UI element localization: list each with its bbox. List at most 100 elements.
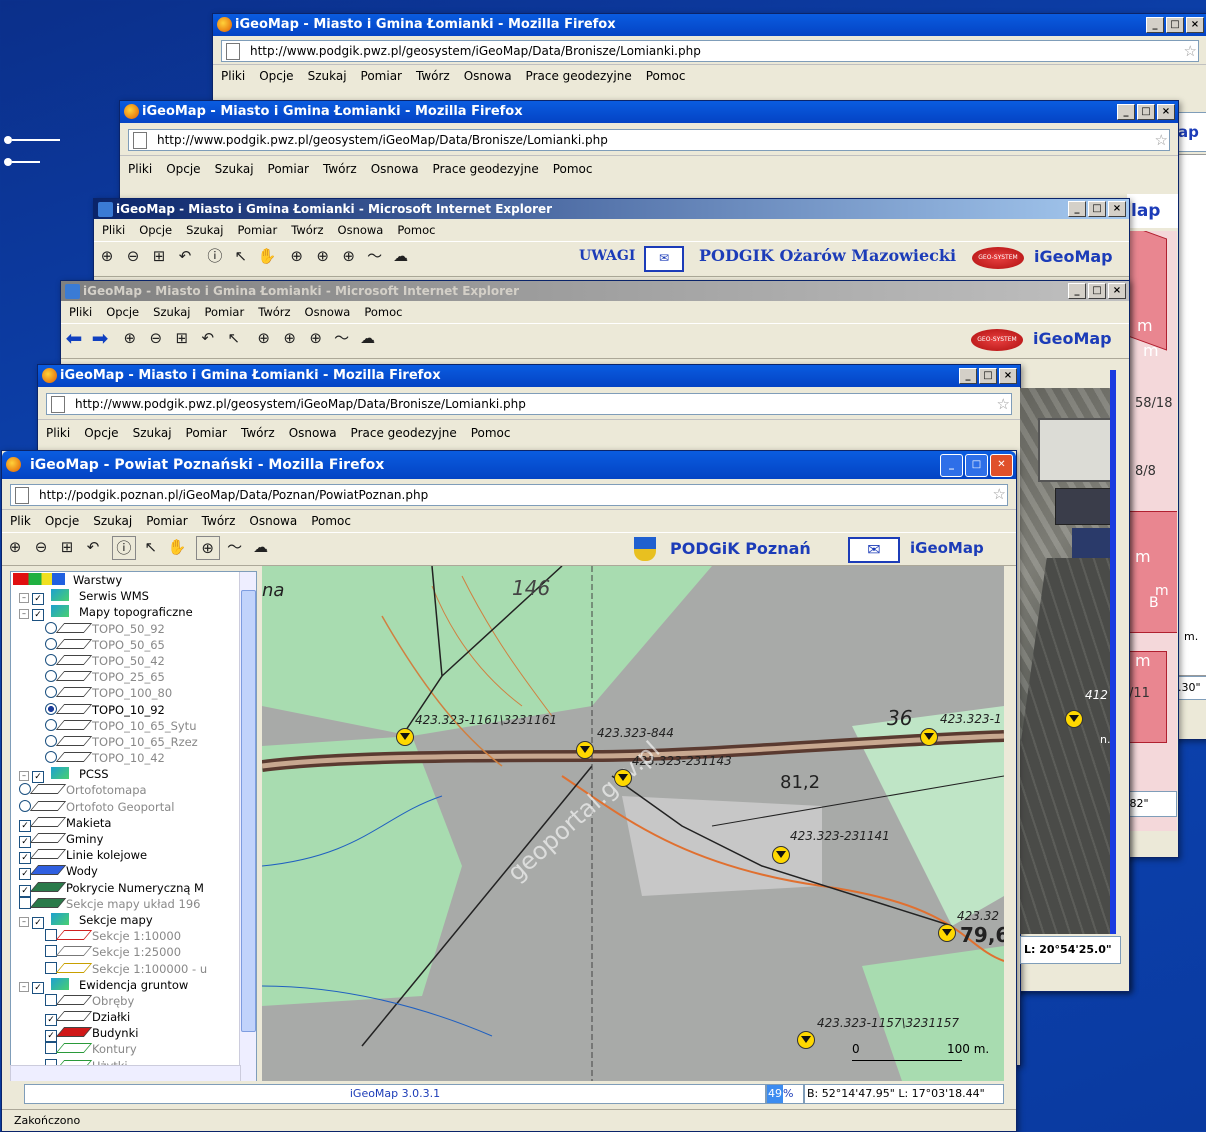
layer-row[interactable]: – ✓ Serwis WMS xyxy=(11,588,256,606)
layer-row[interactable]: TOPO_10_92 xyxy=(11,702,256,718)
zoom-previous-icon[interactable]: ↶ xyxy=(82,536,104,558)
podgik-link[interactable]: PODGiK Poznań xyxy=(670,539,811,558)
maximize-button[interactable]: □ xyxy=(1137,104,1155,120)
polygon-icon[interactable]: ☁ xyxy=(390,245,412,267)
menu-osnowa[interactable]: Osnowa xyxy=(305,305,351,319)
back-arrow-icon[interactable]: ⬅ xyxy=(63,327,85,349)
menu-osnowa[interactable]: Osnowa xyxy=(289,426,337,440)
layer-row[interactable]: Kontury xyxy=(11,1041,256,1057)
layer-row[interactable]: ✓ Działki xyxy=(11,1009,256,1027)
menu-pliki[interactable]: Pliki xyxy=(102,223,125,237)
url-field[interactable]: http://podgik.poznan.pl/iGeoMap/Data/Poz… xyxy=(10,484,1008,506)
polyline-icon[interactable]: 〜 xyxy=(364,245,386,267)
maximize-button[interactable]: □ xyxy=(979,368,997,384)
layer-row[interactable]: TOPO_10_65_Sytu xyxy=(11,718,256,734)
menu-prace[interactable]: Prace geodezyjne xyxy=(526,69,632,83)
url-field[interactable]: http://www.podgik.pwz.pl/geosystem/iGeoM… xyxy=(46,393,1012,415)
crosshair-icon[interactable]: ⊕ xyxy=(338,245,360,267)
zoom-out-icon[interactable]: ⊖ xyxy=(122,245,144,267)
expand-icon[interactable]: – xyxy=(19,981,29,992)
survey-point-icon[interactable] xyxy=(920,728,938,746)
menu-opcje[interactable]: Opcje xyxy=(84,426,118,440)
zoom-in-icon[interactable]: ⊕ xyxy=(119,327,141,349)
minimize-button[interactable]: _ xyxy=(1068,201,1086,217)
layer-row[interactable]: TOPO_10_65_Rzez xyxy=(11,734,256,750)
envelope-icon[interactable]: ✉ xyxy=(644,246,684,272)
menu-opcje[interactable]: Opcje xyxy=(45,514,79,528)
layer-row[interactable]: TOPO_25_65 xyxy=(11,669,256,685)
layer-row[interactable]: Obręby xyxy=(11,993,256,1009)
layer-row[interactable]: Ortofotomapa xyxy=(11,782,256,798)
crosshair-icon[interactable]: ⊕ xyxy=(286,245,308,267)
expand-icon[interactable]: – xyxy=(19,609,29,620)
layer-row[interactable]: TOPO_100_80 xyxy=(11,685,256,701)
menu-pliki[interactable]: Pliki xyxy=(46,426,70,440)
survey-point-icon[interactable] xyxy=(797,1031,815,1049)
close-button[interactable]: × xyxy=(1108,201,1126,217)
menu-tworz[interactable]: Twórz xyxy=(416,69,450,83)
zoom-previous-icon[interactable]: ↶ xyxy=(197,327,219,349)
minimize-button[interactable]: _ xyxy=(1068,283,1086,299)
zoom-in-icon[interactable]: ⊕ xyxy=(4,536,26,558)
pointer-icon[interactable]: ↖ xyxy=(223,327,245,349)
envelope-icon[interactable]: ✉ xyxy=(848,537,900,563)
url-field[interactable]: http://www.podgik.pwz.pl/geosystem/iGeoM… xyxy=(128,129,1170,151)
menu-szukaj[interactable]: Szukaj xyxy=(186,223,223,237)
url-field[interactable]: http://www.podgik.pwz.pl/geosystem/iGeoM… xyxy=(221,40,1199,62)
bookmark-star-icon[interactable]: ☆ xyxy=(1184,42,1197,60)
menu-pomiar[interactable]: Pomiar xyxy=(268,162,309,176)
menu-pomiar[interactable]: Pomiar xyxy=(361,69,402,83)
menu-opcje[interactable]: Opcje xyxy=(139,223,172,237)
forward-arrow-icon[interactable]: ➡ xyxy=(89,327,111,349)
expand-icon[interactable]: – xyxy=(19,771,29,782)
menu-pliki[interactable]: Pliki xyxy=(69,305,92,319)
minimize-button[interactable]: _ xyxy=(940,454,963,477)
menu-opcje[interactable]: Opcje xyxy=(106,305,139,319)
menu-pomiar[interactable]: Pomiar xyxy=(186,426,227,440)
layer-row[interactable]: TOPO_50_65 xyxy=(11,637,256,653)
layer-row[interactable]: ✓ Linie kolejowe xyxy=(11,847,256,865)
menu-pomiar[interactable]: Pomiar xyxy=(146,514,187,528)
menu-osnowa[interactable]: Osnowa xyxy=(464,69,512,83)
menu-pliki[interactable]: Pliki xyxy=(221,69,245,83)
expand-icon[interactable]: – xyxy=(19,916,29,927)
uwagi-link[interactable]: UWAGI xyxy=(579,248,635,264)
menu-osnowa[interactable]: Osnowa xyxy=(371,162,419,176)
menu-osnowa[interactable]: Osnowa xyxy=(249,514,297,528)
menu-szukaj[interactable]: Szukaj xyxy=(308,69,347,83)
menu-pomiar[interactable]: Pomiar xyxy=(204,305,244,319)
close-button[interactable]: × xyxy=(999,368,1017,384)
layer-row[interactable]: – ✓ PCSS xyxy=(11,766,256,784)
crosshair-icon[interactable]: ⊕ xyxy=(305,327,327,349)
scroll-thumb[interactable] xyxy=(241,590,256,1032)
close-button[interactable]: ✕ xyxy=(990,454,1013,477)
layer-row[interactable]: ✓ Budynki xyxy=(11,1025,256,1043)
menu-tworz[interactable]: Twórz xyxy=(258,305,290,319)
layer-row[interactable]: Sekcje 1:100000 - u xyxy=(11,961,256,977)
menu-szukaj[interactable]: Szukaj xyxy=(153,305,190,319)
menu-pomoc[interactable]: Pomoc xyxy=(364,305,402,319)
layer-checkbox[interactable]: ✓ xyxy=(32,771,44,784)
layer-checkbox[interactable]: ✓ xyxy=(32,609,44,622)
menu-szukaj[interactable]: Szukaj xyxy=(93,514,132,528)
info-icon[interactable]: ⓘ xyxy=(204,245,226,267)
zoom-extent-icon[interactable]: ⊞ xyxy=(56,536,78,558)
menu-pomoc[interactable]: Pomoc xyxy=(471,426,511,440)
menu-pomoc[interactable]: Pomoc xyxy=(311,514,351,528)
bookmark-star-icon[interactable]: ☆ xyxy=(993,485,1006,503)
layer-row[interactable]: Warstwy xyxy=(11,572,256,588)
layer-row[interactable]: – ✓ Mapy topograficzne xyxy=(11,604,256,622)
maximize-button[interactable]: □ xyxy=(1088,201,1106,217)
maximize-button[interactable]: □ xyxy=(965,454,988,477)
crosshair-icon[interactable]: ⊕ xyxy=(312,245,334,267)
menu-pomoc[interactable]: Pomoc xyxy=(553,162,593,176)
polygon-icon[interactable]: ☁ xyxy=(357,327,379,349)
crosshair-icon[interactable]: ⊕ xyxy=(253,327,275,349)
close-button[interactable]: × xyxy=(1186,17,1204,33)
crosshair-icon[interactable]: ⊕ xyxy=(279,327,301,349)
expand-icon[interactable]: – xyxy=(19,593,29,604)
menu-pomoc[interactable]: Pomoc xyxy=(646,69,686,83)
layer-row[interactable]: ✓ Gminy xyxy=(11,831,256,848)
layer-row[interactable]: ✓ Wody xyxy=(11,863,256,881)
layer-row[interactable]: TOPO_10_42 xyxy=(11,750,256,766)
